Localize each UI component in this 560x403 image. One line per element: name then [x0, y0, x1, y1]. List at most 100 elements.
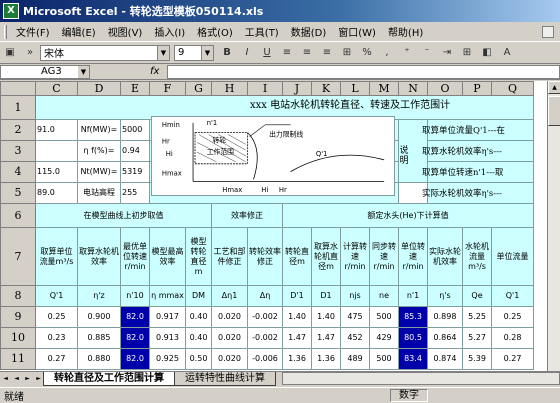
data-cell[interactable]: 0.27 [35, 348, 78, 370]
symbol-cell[interactable]: n'10 [120, 285, 150, 307]
save-icon[interactable]: ▣ [1, 45, 19, 61]
horizontal-scrollbar[interactable] [282, 372, 560, 385]
data-cell[interactable]: 0.880 [77, 348, 121, 370]
col-header[interactable]: N [398, 81, 428, 96]
menu-tools[interactable]: 工具(T) [239, 24, 285, 39]
symbol-cell[interactable]: D1 [311, 285, 341, 307]
chevron-down-icon[interactable]: ▼ [78, 65, 89, 78]
col-header[interactable]: K [311, 81, 341, 96]
cell[interactable]: 5000 [120, 119, 150, 141]
cell[interactable]: 255 [120, 182, 150, 204]
data-cell[interactable]: 82.0 [120, 348, 150, 370]
data-cell[interactable]: 0.40 [185, 306, 212, 328]
cell[interactable]: Nt(MW)= [77, 161, 121, 183]
col-header[interactable]: P [462, 81, 492, 96]
data-cell[interactable]: 500 [369, 348, 399, 370]
insert-function-icon[interactable]: fx [150, 66, 159, 77]
section-header-rated[interactable]: 额定水头(He)下计算值 [282, 203, 534, 228]
data-cell[interactable]: -0.006 [247, 348, 283, 370]
symbol-cell[interactable]: DM [185, 285, 212, 307]
cell[interactable]: Nf(MW)= [77, 119, 121, 141]
data-cell[interactable]: 1.36 [282, 348, 312, 370]
data-cell[interactable]: 0.28 [491, 327, 534, 349]
data-cell[interactable]: 0.020 [211, 348, 248, 370]
col-header[interactable]: Q [491, 81, 534, 96]
formula-input[interactable] [167, 64, 560, 79]
section-header-correction[interactable]: 效率修正 [211, 203, 283, 228]
row-header[interactable]: 7 [0, 227, 36, 286]
symbol-cell[interactable]: Qe [462, 285, 492, 307]
column-head-cell[interactable]: 取算水轮机效率 [77, 227, 121, 286]
font-name-select[interactable]: 宋体 ▼ [40, 44, 170, 61]
chevron-down-icon[interactable]: ▼ [201, 45, 213, 60]
symbol-cell[interactable]: η'z [77, 285, 121, 307]
cell[interactable]: 91.0 [35, 119, 78, 141]
chevron-down-icon[interactable]: ▼ [157, 45, 169, 60]
data-cell[interactable]: 1.47 [311, 327, 341, 349]
col-header[interactable]: D [77, 81, 121, 96]
row-header[interactable]: 9 [0, 306, 36, 328]
symbol-cell[interactable]: njs [340, 285, 370, 307]
symbol-cell[interactable]: ne [369, 285, 399, 307]
merge-center-icon[interactable]: ⊞ [338, 45, 356, 61]
tab-first-icon[interactable]: ◄ [0, 372, 11, 385]
menu-edit[interactable]: 编辑(E) [56, 24, 102, 39]
name-box[interactable]: AG3 ▼ [0, 64, 90, 79]
data-cell[interactable]: 0.874 [427, 348, 463, 370]
cell[interactable] [35, 140, 78, 162]
symbol-cell[interactable]: Δη1 [211, 285, 248, 307]
data-cell[interactable]: 1.36 [311, 348, 341, 370]
data-cell[interactable]: 0.27 [491, 348, 534, 370]
menu-data[interactable]: 数据(D) [285, 24, 333, 39]
fill-color-icon[interactable]: ◧ [478, 45, 496, 61]
symbol-cell[interactable]: η's [427, 285, 463, 307]
column-head-cell[interactable]: 转轮直径m [282, 227, 312, 286]
cell[interactable]: 电站高程 [77, 182, 121, 204]
data-cell[interactable]: 0.864 [427, 327, 463, 349]
data-cell[interactable]: 1.40 [311, 306, 341, 328]
select-all-corner[interactable] [0, 81, 36, 96]
data-cell[interactable]: 83.4 [398, 348, 428, 370]
excel-app-icon[interactable]: X [3, 3, 19, 19]
increase-decimal-icon[interactable]: ⁺ [398, 45, 416, 61]
tab-next-icon[interactable]: ► [22, 372, 33, 385]
row-header[interactable]: 3 [0, 140, 36, 162]
data-cell[interactable]: 475 [340, 306, 370, 328]
column-head-cell[interactable]: 水轮机流量m³/s [462, 227, 492, 286]
menu-insert[interactable]: 插入(I) [148, 24, 191, 39]
data-cell[interactable]: 0.898 [427, 306, 463, 328]
symbol-cell[interactable]: n'1 [398, 285, 428, 307]
font-size-select[interactable]: 9 ▼ [174, 44, 214, 61]
column-head-cell[interactable]: 单位流量 [491, 227, 534, 286]
col-header[interactable]: C [35, 81, 78, 96]
row-header[interactable]: 5 [0, 182, 36, 204]
column-head-cell[interactable]: 取算水轮机直径m [311, 227, 341, 286]
row-header[interactable]: 2 [0, 119, 36, 141]
more-icon[interactable]: » [21, 45, 39, 61]
align-center-icon[interactable]: ≡ [298, 45, 316, 61]
data-cell[interactable]: 5.25 [462, 306, 492, 328]
symbol-cell[interactable]: η mmax [149, 285, 186, 307]
column-head-cell[interactable]: 工艺和部件修正 [211, 227, 248, 286]
col-header[interactable]: M [369, 81, 399, 96]
underline-button[interactable]: U [258, 45, 276, 61]
column-head-cell[interactable]: 转轮效率修正 [247, 227, 283, 286]
symbol-cell[interactable]: Q'1 [491, 285, 534, 307]
col-header[interactable]: J [282, 81, 312, 96]
row-header[interactable]: 4 [0, 161, 36, 183]
data-cell[interactable]: 0.885 [77, 327, 121, 349]
scroll-up-icon[interactable]: ▲ [548, 81, 560, 94]
data-cell[interactable]: 0.25 [35, 306, 78, 328]
symbol-cell[interactable]: Q'1 [35, 285, 78, 307]
data-cell[interactable]: -0.002 [247, 306, 283, 328]
column-head-cell[interactable]: 取算单位流量m³/s [35, 227, 78, 286]
data-cell[interactable]: 5.27 [462, 327, 492, 349]
column-head-cell[interactable]: 实际水轮机效率 [427, 227, 463, 286]
col-header[interactable]: O [427, 81, 463, 96]
cell[interactable]: η f(%)= [77, 140, 121, 162]
data-cell[interactable]: 0.50 [185, 348, 212, 370]
data-cell[interactable]: 0.900 [77, 306, 121, 328]
data-cell[interactable]: 0.23 [35, 327, 78, 349]
data-cell[interactable]: 0.913 [149, 327, 186, 349]
symbol-cell[interactable]: D'1 [282, 285, 312, 307]
